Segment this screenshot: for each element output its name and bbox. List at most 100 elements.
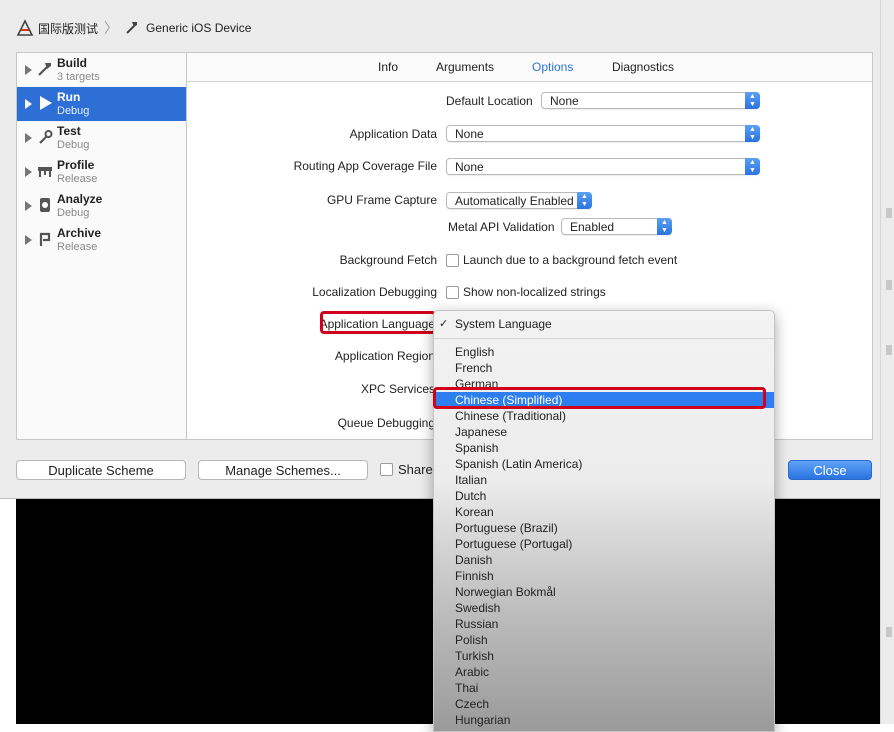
duplicate-scheme-button[interactable]: Duplicate Scheme xyxy=(16,460,186,480)
menu-item-label: Thai xyxy=(455,681,479,695)
tab-options[interactable]: Options xyxy=(532,60,573,74)
menu-item-language[interactable]: French xyxy=(434,360,774,376)
disclosure-triangle-icon[interactable] xyxy=(25,99,32,109)
disclosure-triangle-icon[interactable] xyxy=(25,65,32,75)
menu-item-language[interactable]: Dutch xyxy=(434,488,774,504)
popup-value: None xyxy=(455,160,484,174)
menu-item-language[interactable]: Arabic xyxy=(434,664,774,680)
sidebar-item-title: Build xyxy=(57,56,87,70)
application-data-popup[interactable]: None ▲ ▼ xyxy=(446,125,760,142)
edge-mark xyxy=(886,208,892,218)
menu-item-label: Turkish xyxy=(455,649,494,663)
default-location-popup[interactable]: None ▲ ▼ xyxy=(541,92,760,109)
app-icon xyxy=(16,19,34,37)
checkmark-icon: ✓ xyxy=(439,318,449,330)
sidebar-item-title: Archive xyxy=(57,226,102,240)
menu-item-language[interactable]: Hungarian xyxy=(434,712,774,728)
sidebar-item-analyze[interactable]: Analyze Debug xyxy=(17,189,187,223)
sidebar-item-title: Test xyxy=(57,124,81,138)
sidebar-item-test[interactable]: Test Debug xyxy=(17,121,187,155)
annotation-highlight xyxy=(433,387,766,409)
menu-item-language[interactable]: Danish xyxy=(434,552,774,568)
localization-debugging-checkbox[interactable] xyxy=(446,286,459,299)
scheme-toolbar: 国际版测试 〉 Generic iOS Device xyxy=(0,0,880,52)
application-data-label: Application Data xyxy=(349,127,437,141)
shared-checkbox[interactable] xyxy=(380,463,393,476)
sidebar-item-subtitle: 3 targets xyxy=(57,71,100,83)
application-language-menu: ✓ System Language English French German Chi… xyxy=(433,310,775,732)
menu-item-language[interactable]: Spanish xyxy=(434,440,774,456)
menu-item-language[interactable]: Portuguese (Portugal) xyxy=(434,536,774,552)
menu-item-language[interactable]: Portuguese (Brazil) xyxy=(434,520,774,536)
manage-schemes-button[interactable]: Manage Schemes... xyxy=(198,460,368,480)
menu-item-language[interactable]: Norwegian Bokmål xyxy=(434,584,774,600)
edge-mark xyxy=(886,345,892,355)
application-region-label: Application Region xyxy=(334,349,435,363)
sidebar-item-title: Profile xyxy=(57,158,95,172)
menu-item-label: Dutch xyxy=(455,489,487,503)
sidebar-item-build[interactable]: Build 3 targets xyxy=(17,53,187,87)
localization-debugging-checkbox-label[interactable]: Show non-localized strings xyxy=(463,285,606,299)
background-fetch-checkbox[interactable] xyxy=(446,254,459,267)
menu-item-label: Russian xyxy=(455,617,499,631)
tab-arguments[interactable]: Arguments xyxy=(436,60,494,74)
menu-item-language[interactable]: Japanese xyxy=(434,424,774,440)
routing-coverage-popup[interactable]: None ▲ ▼ xyxy=(446,158,760,175)
background-fetch-checkbox-label[interactable]: Launch due to a background fetch event xyxy=(463,253,677,267)
menu-item-language[interactable]: Italian xyxy=(434,472,774,488)
menu-item-label: Arabic xyxy=(455,665,490,679)
menu-item-language[interactable]: Korean xyxy=(434,504,774,520)
menu-item-language[interactable]: Turkish xyxy=(434,648,774,664)
menu-item-language[interactable]: Swedish xyxy=(434,600,774,616)
sidebar-item-run[interactable]: Run Debug xyxy=(17,87,187,121)
tab-info[interactable]: Info xyxy=(378,60,398,74)
menu-item-label: Norwegian Bokmål xyxy=(455,585,556,599)
menu-item-label: Danish xyxy=(455,553,493,567)
edge-mark xyxy=(886,627,892,637)
sidebar-item-title: Run xyxy=(57,90,81,104)
menu-item-language[interactable]: Russian xyxy=(434,616,774,632)
menu-item-language[interactable]: Finnish xyxy=(434,568,774,584)
edge-mark xyxy=(886,280,892,290)
menu-item-label: Japanese xyxy=(455,425,508,439)
menu-item-label: Polish xyxy=(455,633,488,647)
metal-api-popup[interactable]: Enabled ▲ ▼ xyxy=(561,218,672,235)
menu-item-label: Portuguese (Portugal) xyxy=(455,537,573,551)
sidebar-item-archive[interactable]: Archive Release xyxy=(17,223,187,257)
menu-item-selected[interactable]: ✓ System Language xyxy=(434,316,774,332)
popup-value: Enabled xyxy=(570,220,615,234)
sidebar-item-title: Analyze xyxy=(57,192,103,206)
disclosure-triangle-icon[interactable] xyxy=(25,201,32,211)
gpu-frame-capture-popup[interactable]: Automatically Enabled ▲ ▼ xyxy=(446,192,592,209)
sidebar-item-subtitle: Debug xyxy=(57,207,90,219)
menu-item-language[interactable]: English xyxy=(434,344,774,360)
popup-stepper-icon: ▲ ▼ xyxy=(657,218,672,235)
menu-item-language[interactable]: Chinese (Traditional) xyxy=(434,408,774,424)
sidebar-item-subtitle: Release xyxy=(57,241,98,253)
menu-item-label: French xyxy=(455,361,493,375)
gpu-frame-capture-label: GPU Frame Capture xyxy=(326,193,437,207)
menu-item-language[interactable]: Czech xyxy=(434,696,774,712)
archive-icon xyxy=(37,231,53,247)
menu-item-language[interactable]: Spanish (Latin America) xyxy=(434,456,774,472)
default-location-label: Default Location xyxy=(446,94,533,108)
menu-item-label: Portuguese (Brazil) xyxy=(455,521,558,535)
queue-debugging-label: Queue Debugging xyxy=(337,416,435,430)
sidebar-item-subtitle: Debug xyxy=(57,105,90,117)
disclosure-triangle-icon[interactable] xyxy=(25,235,32,245)
menu-item-language[interactable]: Thai xyxy=(434,680,774,696)
routing-coverage-label: Routing App Coverage File xyxy=(293,159,437,173)
menu-item-language[interactable]: Polish xyxy=(434,632,774,648)
destination-name[interactable]: Generic iOS Device xyxy=(146,21,251,35)
disclosure-triangle-icon[interactable] xyxy=(25,133,32,143)
disclosure-triangle-icon[interactable] xyxy=(25,167,32,177)
background-fetch-label: Background Fetch xyxy=(339,253,437,267)
close-button[interactable]: Close xyxy=(788,460,872,480)
popup-value: Automatically Enabled xyxy=(455,194,574,208)
tab-diagnostics[interactable]: Diagnostics xyxy=(612,60,674,74)
scheme-name[interactable]: 国际版测试 xyxy=(38,20,98,37)
menu-item-label: Spanish xyxy=(455,441,499,455)
gauge-icon xyxy=(37,163,53,179)
hammer-icon xyxy=(37,61,53,77)
sidebar-item-profile[interactable]: Profile Release xyxy=(17,155,187,189)
